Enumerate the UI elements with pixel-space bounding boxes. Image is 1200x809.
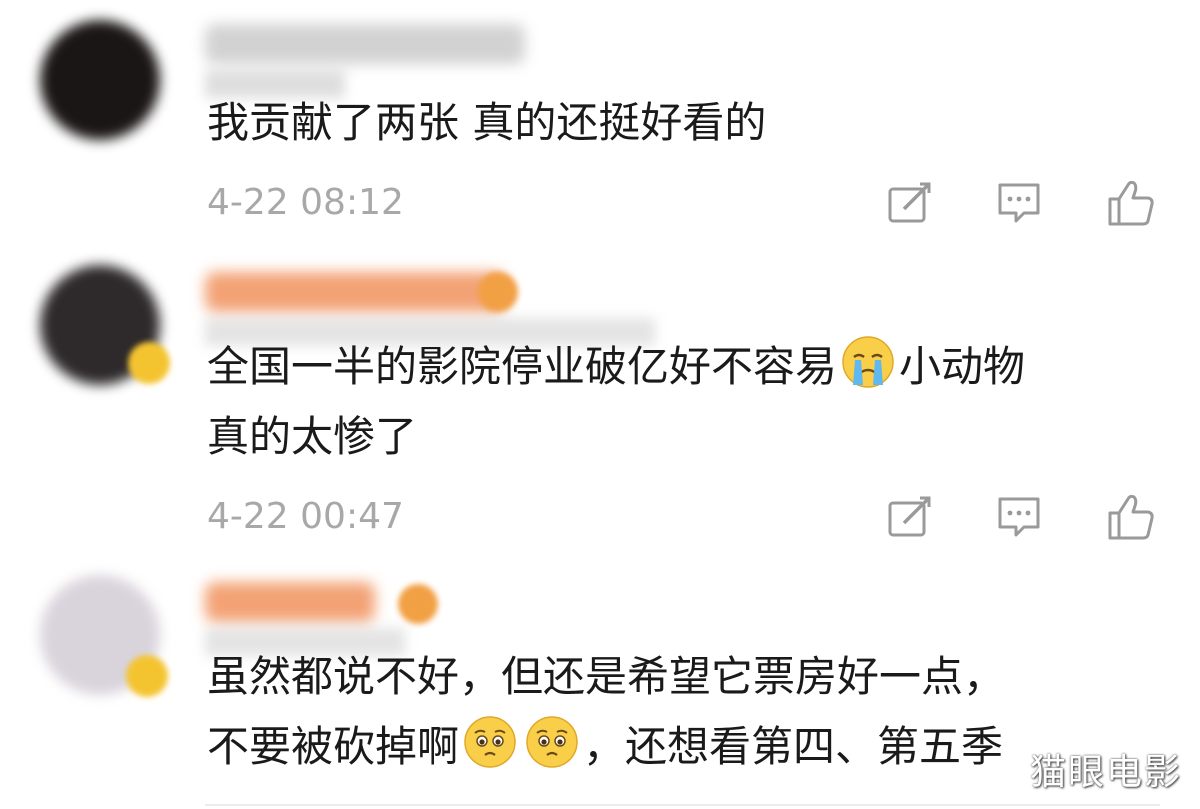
comment-actions [886,178,1200,228]
comment-actions [886,492,1200,542]
comment-text: 虽然都说不好，但还是希望它票房好一点， 不要被砍掉啊 ，还想看第四、第五季 [207,642,1005,782]
comment-item: 虽然都说不好，但还是希望它票房好一点， 不要被砍掉啊 ，还想看第四、第五季 [0,560,1200,809]
comment-item: 全国一半的影院停业破亿好不容易 小动物 真的太惨了 4-22 00:47 [0,250,1200,560]
pleading-face-icon [464,716,516,768]
comment-icon [998,183,1040,223]
vip-badge [398,584,438,624]
crying-face-icon [842,336,894,388]
comment-text-part: 真的太惨了 [207,412,418,461]
like-icon [1108,494,1154,540]
comment-icon [998,497,1040,537]
avatar[interactable] [40,20,160,140]
divider [205,804,1160,806]
comment-text-part: 不要被砍掉啊 [207,722,460,771]
username-blurred[interactable] [205,24,525,64]
share-icon [888,496,931,537]
reply-button[interactable] [996,178,1106,228]
share-button[interactable] [886,178,996,228]
share-icon [888,182,931,223]
vip-badge [478,272,518,312]
verified-badge [128,342,170,384]
comment-item: 我贡献了两张 真的还挺好看的 4-22 08:12 [0,0,1200,250]
comment-text: 全国一半的影院停业破亿好不容易 小动物 真的太惨了 [207,332,1025,472]
comment-timestamp: 4-22 00:47 [207,496,404,537]
like-button[interactable] [1106,178,1200,228]
comment-text: 我贡献了两张 真的还挺好看的 [207,98,767,147]
watermark: 猫眼电影 [1029,752,1182,793]
like-icon [1108,180,1154,226]
share-button[interactable] [886,492,996,542]
comment-text-part: 全国一半的影院停业破亿好不容易 [207,342,838,391]
comment-text-part: ，还想看第四、第五季 [583,722,1004,771]
verified-badge [126,655,168,697]
pleading-face-icon [526,716,578,768]
comment-text-part: 虽然都说不好，但还是希望它票房好一点， [207,652,1006,701]
comment-timestamp: 4-22 08:12 [207,182,404,223]
reply-button[interactable] [996,492,1106,542]
comment-text-part: 小动物 [899,342,1026,391]
like-button[interactable] [1106,492,1200,542]
username-blurred[interactable] [205,272,505,312]
username-blurred[interactable] [205,582,375,622]
